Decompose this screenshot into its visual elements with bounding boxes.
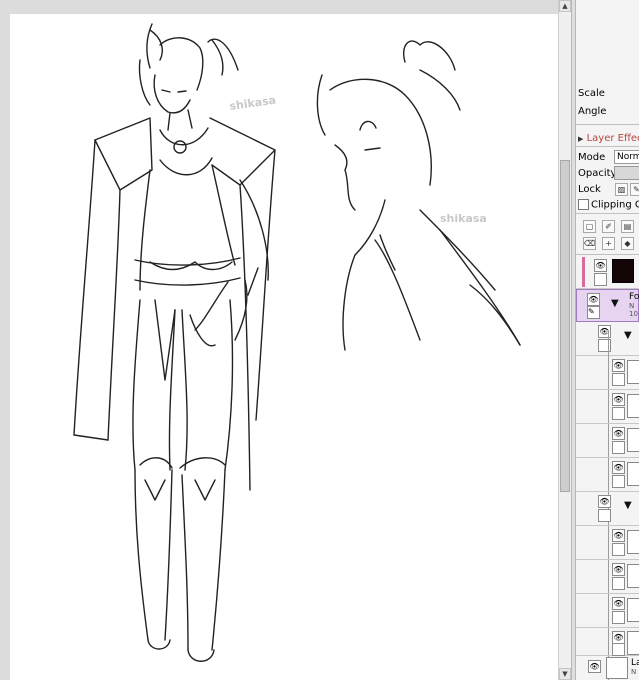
layer-effect-toggle[interactable]: ▶ Layer Effect <box>578 133 639 144</box>
layer-lock-box[interactable] <box>594 273 607 286</box>
layer-row-active[interactable]: 👁 <box>576 255 639 289</box>
layer-panel: Scale Angle ▶ Layer Effect Mode Norm Opa… <box>576 0 639 680</box>
layer-lock-box[interactable] <box>612 611 625 624</box>
layer-row[interactable]: 👁 <box>576 594 639 628</box>
layer-thumbnail <box>627 394 639 418</box>
eye-icon[interactable]: 👁 <box>612 461 625 474</box>
clear-layer-icon[interactable]: ⌫ <box>583 237 596 250</box>
eye-icon[interactable]: 👁 <box>598 325 611 338</box>
lock-label: Lock <box>578 184 601 195</box>
layer-row[interactable]: 👁 <box>576 526 639 560</box>
layer-row[interactable]: 👁 <box>576 458 639 492</box>
layer-lock-box[interactable] <box>612 475 625 488</box>
scroll-down-arrow-icon[interactable]: ▼ <box>559 668 571 680</box>
layer-lock-box[interactable] <box>612 407 625 420</box>
bottom-layer-mode: N <box>631 668 637 676</box>
layer-lock-box[interactable] <box>612 643 625 656</box>
triangle-right-icon: ▶ <box>578 135 584 143</box>
layer-row[interactable]: 👁 <box>576 356 639 390</box>
mode-label: Mode <box>578 152 606 163</box>
merge-layer-icon[interactable]: + <box>602 237 615 250</box>
layer-row[interactable]: 👁 <box>576 628 639 656</box>
eye-icon[interactable]: 👁 <box>588 660 601 673</box>
folder-chevron-down-icon[interactable]: ▼ <box>611 298 619 309</box>
scale-label: Scale <box>578 88 605 99</box>
layer-row[interactable]: 👁 <box>576 560 639 594</box>
layer-row[interactable]: 👁 <box>576 424 639 458</box>
clipping-group-label: Clipping Gro <box>591 199 639 211</box>
layer-row[interactable]: 👁 <box>576 390 639 424</box>
subfolder-row[interactable]: 👁 ▼ <box>576 492 639 526</box>
layer-lock-box[interactable] <box>612 577 625 590</box>
transfer-down-icon[interactable]: ◆ <box>621 237 634 250</box>
eye-icon[interactable]: 👁 <box>612 563 625 576</box>
layer-thumbnail <box>627 598 639 622</box>
eye-icon[interactable]: 👁 <box>612 597 625 610</box>
layer-thumbnail <box>627 530 639 554</box>
layer-lock-box[interactable] <box>598 339 611 352</box>
lock-paint-icon[interactable]: ✎ <box>630 183 639 196</box>
clipping-group-toggle[interactable]: Clipping Gro <box>578 199 639 211</box>
active-layer-marker <box>582 257 585 287</box>
eye-icon[interactable]: 👁 <box>587 293 600 306</box>
layer-thumbnail <box>612 259 634 283</box>
bottom-layer-name: La <box>631 658 639 668</box>
new-vector-layer-icon[interactable]: ✐ <box>602 220 615 233</box>
canvas-area[interactable]: shikasa shikasa <box>0 0 558 680</box>
pen-icon[interactable]: ✎ <box>587 306 600 319</box>
character-sketch: shikasa shikasa <box>73 23 521 662</box>
layer-thumbnail <box>627 360 639 384</box>
layer-effect-label: Layer Effect <box>586 133 639 144</box>
folder-row[interactable]: 👁 ✎ ▼ Fo N 10 <box>576 289 639 322</box>
folder-name: Fo <box>629 292 639 302</box>
layer-lock-box[interactable] <box>612 441 625 454</box>
clipping-group-checkbox[interactable] <box>578 199 589 210</box>
subfolder-chevron-down-icon[interactable]: ▼ <box>624 500 632 511</box>
layer-thumbnail <box>627 462 639 486</box>
layer-thumbnail <box>627 564 639 588</box>
subfolder-chevron-down-icon[interactable]: ▼ <box>624 330 632 341</box>
layer-thumbnail <box>606 657 628 679</box>
eye-icon[interactable]: 👁 <box>594 259 607 272</box>
layer-lock-box[interactable] <box>598 509 611 522</box>
eye-icon[interactable]: 👁 <box>598 495 611 508</box>
layer-thumbnail <box>627 631 639 655</box>
folder-mode: N <box>629 302 635 310</box>
layer-lock-box[interactable] <box>612 543 625 556</box>
opacity-slider[interactable] <box>614 166 639 180</box>
angle-label: Angle <box>578 106 607 117</box>
eye-icon[interactable]: 👁 <box>612 359 625 372</box>
eye-icon[interactable]: 👁 <box>612 529 625 542</box>
scrollbar-thumb[interactable] <box>560 160 570 492</box>
layer-thumbnail <box>627 428 639 452</box>
new-layer-icon[interactable]: ▢ <box>583 220 596 233</box>
bottom-layer-row[interactable]: 👁 La N <box>576 656 639 680</box>
opacity-label: Opacity <box>578 168 617 179</box>
lock-transparency-icon[interactable]: ▨ <box>615 183 628 196</box>
folder-opacity: 10 <box>629 310 638 318</box>
watermark-2: shikasa <box>440 212 487 225</box>
layer-lock-box[interactable] <box>612 373 625 386</box>
eye-icon[interactable]: 👁 <box>612 427 625 440</box>
canvas-scrollbar[interactable]: ▲ ▼ <box>558 0 571 680</box>
blend-mode-select[interactable]: Norm <box>614 150 639 164</box>
watermark-1: shikasa <box>229 94 277 113</box>
eye-icon[interactable]: 👁 <box>612 393 625 406</box>
new-folder-icon[interactable]: ▤ <box>621 220 634 233</box>
scroll-up-arrow-icon[interactable]: ▲ <box>559 0 571 12</box>
